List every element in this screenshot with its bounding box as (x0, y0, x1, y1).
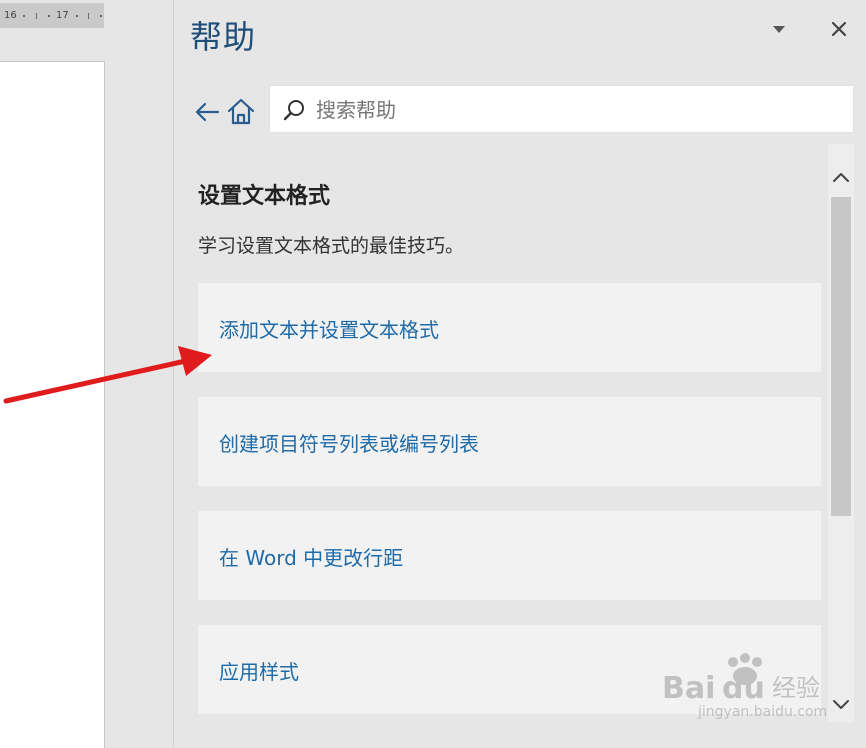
chevron-up-icon (833, 173, 849, 182)
ruler-dot (100, 15, 102, 17)
topic-link-label[interactable]: 应用样式 (219, 656, 299, 685)
pane-options-button[interactable] (770, 20, 788, 38)
ruler-dot (48, 15, 50, 17)
section-description: 学习设置文本格式的最佳技巧。 (198, 235, 465, 257)
document-page[interactable] (0, 61, 105, 748)
ruler-dot (23, 15, 25, 17)
topic-card-line-spacing[interactable]: 在 Word 中更改行距 (198, 511, 821, 600)
topic-card-bulleted-list[interactable]: 创建项目符号列表或编号列表 (198, 397, 821, 486)
ruler-tick (88, 13, 89, 19)
dropdown-triangle-icon (773, 26, 785, 33)
topic-link-label[interactable]: 添加文本并设置文本格式 (219, 314, 439, 343)
pane-title: 帮助 (190, 18, 257, 56)
scroll-up-button[interactable] (828, 166, 854, 188)
scroll-thumb[interactable] (831, 197, 851, 516)
ruler-tick (36, 13, 37, 19)
svg-text:du: du (722, 671, 765, 704)
help-pane: 帮助 设置文本格式 学习设置文本格式的最佳技巧。 添加文本并设置 (174, 0, 866, 747)
home-icon (227, 98, 255, 125)
close-icon (831, 21, 847, 37)
back-button[interactable] (192, 97, 222, 127)
search-box[interactable] (269, 85, 854, 133)
baidu-paw-logo: Bai du 经验 (662, 653, 820, 706)
ruler-dot (76, 15, 78, 17)
search-icon (283, 100, 304, 121)
svg-text:Bai: Bai (662, 671, 715, 704)
close-pane-button[interactable] (828, 18, 850, 40)
ruler-mark-16: 16 (4, 10, 17, 21)
svg-text:经验: 经验 (772, 674, 820, 702)
ruler-mark-17: 17 (56, 10, 69, 21)
topic-link-label[interactable]: 创建项目符号列表或编号列表 (219, 428, 479, 457)
search-input[interactable] (314, 94, 838, 126)
section-title: 设置文本格式 (198, 184, 331, 209)
topic-card-add-format-text[interactable]: 添加文本并设置文本格式 (198, 283, 821, 372)
vertical-scrollbar[interactable] (828, 144, 854, 722)
home-button[interactable] (226, 96, 256, 128)
baidu-watermark: Bai du 经验 jingyan.baidu.com (660, 652, 860, 732)
arrow-left-icon (195, 102, 220, 122)
horizontal-ruler: 16 17 (0, 3, 104, 28)
document-area: 16 17 (0, 0, 174, 748)
topic-link-label[interactable]: 在 Word 中更改行距 (219, 542, 403, 571)
watermark-url: jingyan.baidu.com (698, 704, 828, 720)
